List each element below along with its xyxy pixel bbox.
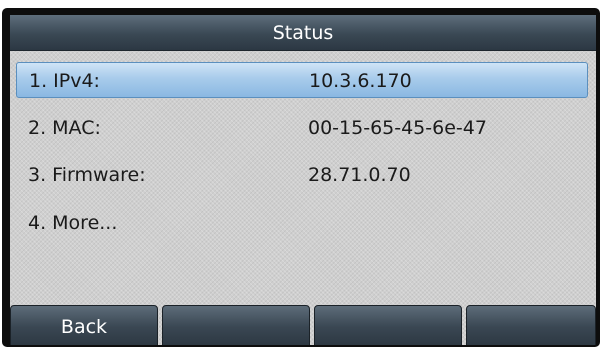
softkey-2-button[interactable] [162,305,310,345]
softkey-4-button[interactable] [466,305,596,345]
menu-item-label: 3. Firmware: [28,164,146,186]
menu-item-ipv4[interactable]: 1. IPv4: 10.3.6.170 [16,62,588,98]
phone-screen: Status 1. IPv4: 10.3.6.170 2. MAC: 00-15… [10,15,596,345]
menu-item-label: 1. IPv4: [29,70,100,92]
menu-item-more[interactable]: 4. More... [16,205,588,241]
menu-item-value: 10.3.6.170 [309,70,412,92]
title-bar: Status [10,15,596,51]
screen-title: Status [272,22,334,44]
softkey-3-button[interactable] [314,305,462,345]
softkey-back-button[interactable]: Back [10,305,158,345]
softkey-bar: Back [10,305,596,345]
menu-item-label: 2. MAC: [28,117,101,139]
menu-item-value: 00-15-65-45-6e-47 [308,117,487,139]
menu-item-value: 28.71.0.70 [308,164,411,186]
menu-item-firmware[interactable]: 3. Firmware: 28.71.0.70 [16,157,588,193]
menu-item-label: 4. More... [28,212,118,234]
menu-item-mac[interactable]: 2. MAC: 00-15-65-45-6e-47 [16,110,588,146]
